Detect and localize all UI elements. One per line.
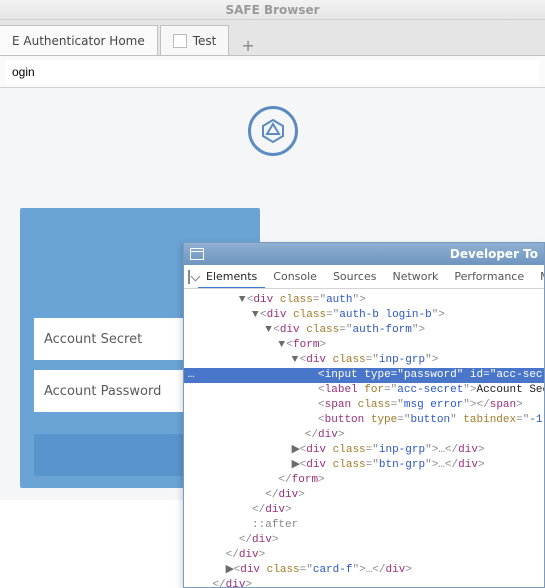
dom-line[interactable]: ▼<form>	[186, 338, 544, 353]
dom-line[interactable]: <button type="button" tabindex="-1" clas…	[186, 413, 544, 428]
tab-memory[interactable]: Memory	[532, 265, 544, 289]
selected-marker-icon: …	[184, 368, 198, 383]
tab-network[interactable]: Network	[384, 265, 446, 289]
dom-line[interactable]: <span class="msg error"></span>	[186, 398, 544, 413]
dom-line[interactable]: ▼<div class="auth">	[186, 293, 544, 308]
address-input[interactable]	[6, 60, 539, 84]
tab-authenticator[interactable]: E Authenticator Home	[0, 25, 158, 55]
devtools-title: Developer To	[450, 247, 538, 261]
url-bar	[0, 56, 545, 88]
logo-glyph-icon	[259, 117, 287, 145]
dom-line[interactable]: </div>	[186, 503, 544, 518]
tab-performance[interactable]: Performance	[446, 265, 532, 289]
dom-line[interactable]: ▼<div class="auth-b login-b">	[186, 308, 544, 323]
dom-line[interactable]: </div>	[186, 578, 544, 588]
tab-label: E Authenticator Home	[12, 34, 145, 48]
tab-sources[interactable]: Sources	[325, 265, 385, 289]
devtools-tabstrip: Elements Console Sources Network Perform…	[184, 265, 544, 289]
dom-line[interactable]: ▶<div class="card-f">…</div>	[186, 563, 544, 578]
tab-test[interactable]: Test	[160, 25, 230, 55]
dom-line[interactable]: ▼<div class="auth-form">	[186, 323, 544, 338]
dom-line[interactable]: </div>	[186, 533, 544, 548]
window-icon	[190, 248, 204, 260]
window-titlebar: SAFE Browser	[0, 0, 545, 20]
new-tab-button[interactable]: +	[231, 36, 264, 55]
dom-line[interactable]: </div>	[186, 488, 544, 503]
field-label: Account Secret	[44, 332, 142, 347]
tab-label: Test	[193, 34, 217, 48]
dom-line[interactable]: </form>	[186, 473, 544, 488]
tab-elements[interactable]: Elements	[198, 265, 265, 289]
window-title: SAFE Browser	[225, 3, 319, 17]
inspect-icon[interactable]	[188, 270, 190, 284]
dom-line-selected[interactable]: <input type="password" id="acc-secret" n…	[186, 368, 544, 383]
page-viewport: Account Secret Account Password Develope…	[0, 88, 545, 500]
dom-line[interactable]: </div>	[186, 428, 544, 443]
dom-line[interactable]: ▼<div class="inp-grp">	[186, 353, 544, 368]
devtools-window[interactable]: Developer To Elements Console Sources Ne…	[183, 242, 545, 588]
dom-line[interactable]: ▶<div class="inp-grp">…</div>	[186, 443, 544, 458]
devtools-titlebar[interactable]: Developer To	[184, 243, 544, 265]
page-icon	[173, 34, 187, 48]
app-logo	[248, 106, 298, 156]
dom-line[interactable]: ::after	[186, 518, 544, 533]
dom-line[interactable]: <label for="acc-secret">Account Secret</…	[186, 383, 544, 398]
tab-console[interactable]: Console	[265, 265, 325, 289]
dom-tree[interactable]: ▼<div class="auth"> ▼<div class="auth-b …	[184, 289, 544, 588]
dom-line[interactable]: ▶<div class="btn-grp">…</div>	[186, 458, 544, 473]
field-label: Account Password	[44, 384, 161, 399]
dom-line[interactable]: </div>	[186, 548, 544, 563]
tab-strip: E Authenticator Home Test +	[0, 20, 545, 56]
